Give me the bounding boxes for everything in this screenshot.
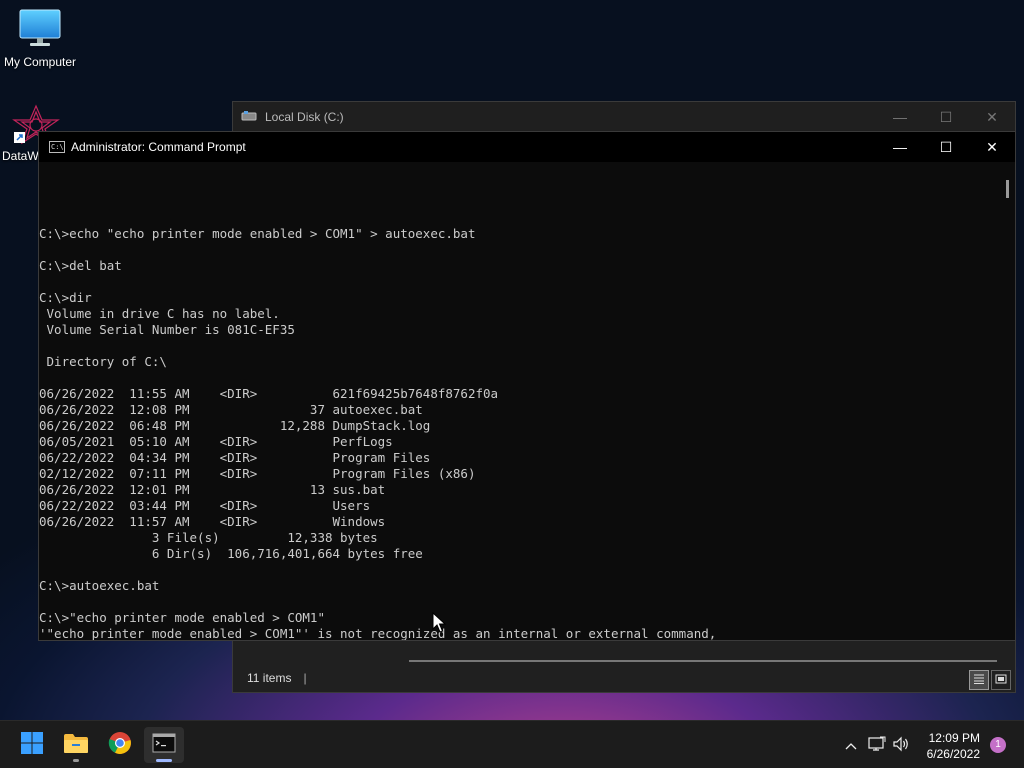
explorer-minimize-button[interactable]: —: [877, 102, 923, 132]
console-line: 06/26/2022 11:55 AM <DIR> 621f69425b7648…: [39, 386, 499, 401]
scrollbar-thumb[interactable]: [1006, 180, 1009, 198]
console-line: 6 Dir(s) 106,716,401,664 bytes free: [39, 546, 423, 561]
taskbar-chrome[interactable]: [100, 727, 140, 763]
drive-icon: [241, 110, 257, 125]
item-count: 11 items: [247, 671, 292, 685]
taskbar: 12:09 PM 6/26/2022 1: [0, 720, 1024, 768]
console-line: 06/26/2022 12:01 PM 13 sus.bat: [39, 482, 386, 497]
explorer-title: Local Disk (C:): [265, 110, 344, 124]
console-line: 3 File(s) 12,338 bytes: [39, 530, 378, 545]
console-output[interactable]: C:\>echo "echo printer mode enabled > CO…: [39, 162, 1001, 640]
terminal-icon: C:\: [49, 141, 65, 153]
tiles-view-icon: [995, 674, 1007, 687]
terminal-icon: [152, 733, 176, 758]
console-line: 06/26/2022 11:57 AM <DIR> Windows: [39, 514, 386, 529]
console-line: 06/22/2022 03:44 PM <DIR> Users: [39, 498, 371, 513]
monitor-icon: [0, 8, 80, 51]
explorer-statusbar: 11 items |: [233, 664, 1015, 692]
taskbar-command-prompt[interactable]: [144, 727, 184, 763]
cmd-minimize-button[interactable]: —: [877, 132, 923, 162]
console-line: C:\>echo "echo printer mode enabled > CO…: [39, 226, 476, 241]
console-line: Volume in drive C has no label.: [39, 306, 280, 321]
explorer-horizontal-scrollbar[interactable]: [409, 660, 997, 662]
cmd-vertical-scrollbar[interactable]: [1001, 162, 1015, 640]
folder-icon: [63, 732, 89, 759]
console-line: '"echo printer mode enabled > COM1"' is …: [39, 626, 717, 640]
cmd-title: Administrator: Command Prompt: [71, 140, 246, 154]
chrome-icon: [108, 731, 132, 760]
network-icon[interactable]: [868, 736, 886, 755]
large-icons-view-button[interactable]: [991, 670, 1011, 690]
desktop-icon-label: DataW: [2, 149, 39, 163]
console-line: C:\>"echo printer mode enabled > COM1": [39, 610, 325, 625]
cmd-maximize-button[interactable]: ☐: [923, 132, 969, 162]
status-separator: |: [303, 671, 307, 685]
windows-start-icon: [20, 731, 44, 760]
details-view-button[interactable]: [969, 670, 989, 690]
cmd-close-button[interactable]: ✕: [969, 132, 1015, 162]
system-tray: [842, 721, 910, 768]
notification-badge[interactable]: 1: [990, 737, 1006, 753]
explorer-close-button[interactable]: ✕: [969, 102, 1015, 132]
command-prompt-window[interactable]: C:\ Administrator: Command Prompt — ☐ ✕ …: [38, 131, 1016, 641]
console-line: Volume Serial Number is 081C-EF35: [39, 322, 295, 337]
clock-time: 12:09 PM: [928, 731, 980, 745]
console-line: C:\>autoexec.bat: [39, 578, 160, 593]
console-line: 06/05/2021 05:10 AM <DIR> PerfLogs: [39, 434, 393, 449]
console-line: C:\>dir: [39, 290, 92, 305]
desktop-icon-my-computer[interactable]: My Computer: [0, 8, 80, 69]
taskbar-file-explorer[interactable]: [56, 727, 96, 763]
volume-icon[interactable]: [892, 736, 910, 755]
details-view-icon: [973, 674, 985, 687]
clock-date: 6/26/2022: [926, 747, 980, 761]
desktop-icon-label: My Computer: [3, 55, 77, 69]
cmd-titlebar[interactable]: C:\ Administrator: Command Prompt: [39, 132, 1015, 162]
mouse-cursor-icon: [432, 611, 447, 639]
running-indicator: [73, 759, 79, 762]
show-hidden-icons-chevron-icon[interactable]: [842, 738, 860, 753]
console-line: 06/26/2022 06:48 PM 12,288 DumpStack.log: [39, 418, 431, 433]
console-line: 06/22/2022 04:34 PM <DIR> Program Files: [39, 450, 431, 465]
console-line: 06/26/2022 12:08 PM 37 autoexec.bat: [39, 402, 423, 417]
taskbar-clock[interactable]: 12:09 PM 6/26/2022: [927, 730, 980, 762]
running-indicator: [156, 759, 172, 762]
console-line: 02/12/2022 07:11 PM <DIR> Program Files …: [39, 466, 476, 481]
explorer-maximize-button[interactable]: ☐: [923, 102, 969, 132]
console-line: C:\>del bat: [39, 258, 122, 273]
console-line: Directory of C:\: [39, 354, 167, 369]
start-button[interactable]: [12, 727, 52, 763]
